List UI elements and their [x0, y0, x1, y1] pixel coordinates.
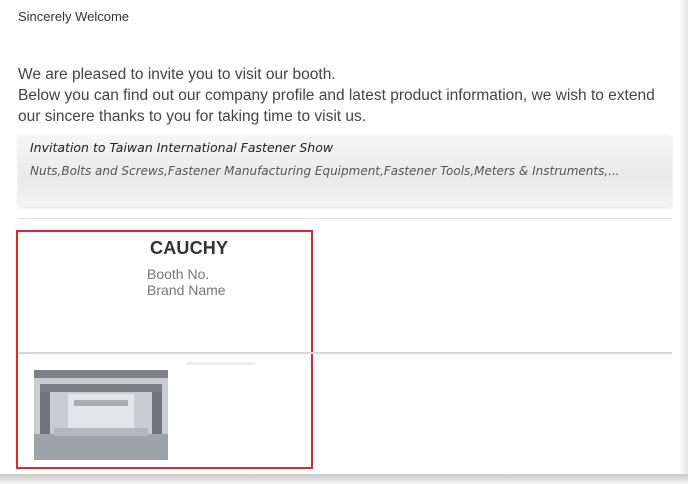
banner-title: Invitation to Taiwan International Faste… [30, 140, 334, 155]
banner-divider [18, 218, 672, 219]
company-name[interactable]: CAUCHY [150, 238, 228, 259]
greeting-text: Sincerely Welcome [18, 9, 130, 24]
booth-photo-icon [34, 370, 168, 460]
page-bottom-shadow [0, 474, 688, 484]
intro-line-1: We are pleased to invite you to visit ou… [18, 66, 336, 83]
show-invitation-banner: Invitation to Taiwan International Faste… [18, 135, 672, 207]
intro-line-2: Below you can find out our company profi… [18, 87, 655, 125]
page-right-edge [678, 0, 688, 474]
section-divider [18, 352, 672, 354]
brand-name-label: Brand Name [147, 282, 226, 298]
banner-categories: Nuts,Bolts and Screws,Fastener Manufactu… [30, 164, 620, 178]
faint-caption [187, 362, 255, 365]
booth-number-label: Booth No. [147, 266, 210, 282]
booth-photo[interactable] [34, 370, 168, 460]
invitation-page: Sincerely Welcome We are pleased to invi… [0, 0, 688, 484]
intro-text: We are pleased to invite you to visit ou… [18, 64, 678, 127]
